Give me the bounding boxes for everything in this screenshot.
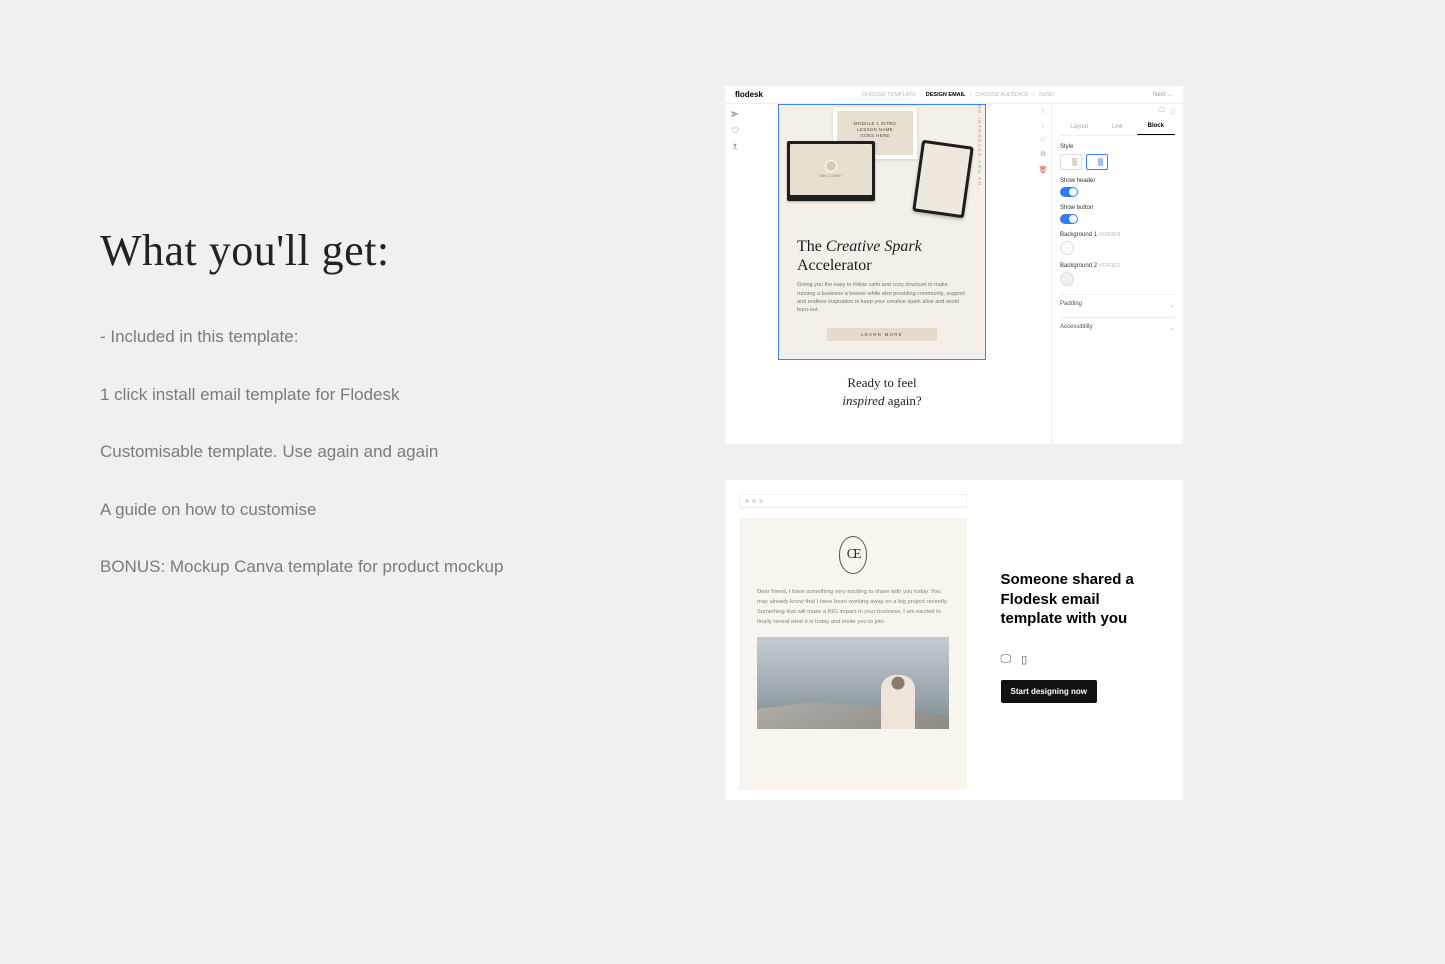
intro-line: - Included in this template: <box>100 324 660 350</box>
share-device-icons: 🖵 ▯ <box>1001 653 1164 666</box>
duplicate-icon[interactable]: ⧉ <box>1041 151 1046 159</box>
next-button[interactable]: Next → <box>1153 92 1173 98</box>
show-header-toggle[interactable] <box>1060 187 1078 197</box>
start-designing-button[interactable]: Start designing now <box>1001 680 1097 703</box>
left-text-block: What you'll get: - Included in this temp… <box>100 225 660 612</box>
accessibility-section[interactable]: Accessibility⌄ <box>1060 317 1175 332</box>
tab-layout[interactable]: Layout <box>1060 118 1098 135</box>
mobile-icon[interactable]: ▯ <box>1021 653 1027 666</box>
show-button-toggle[interactable] <box>1060 214 1078 224</box>
email-description: Giving you the easy to follow calm and c… <box>779 281 985 322</box>
laptop-mockup: WELCOME! <box>787 141 875 201</box>
mobile-preview-icon[interactable]: ▯ <box>1171 107 1175 115</box>
welcome-text: WELCOME! <box>819 174 842 178</box>
email-copy: Dear friend, I have something very excit… <box>757 588 949 627</box>
mockup-line: GOES HERE <box>833 133 917 139</box>
email-body: CE Dear friend, I have something very ex… <box>739 518 967 790</box>
tablet-mockup <box>912 140 974 219</box>
feature-item: 1 click install email template for Flode… <box>100 382 660 408</box>
desktop-preview-icon[interactable]: 🖵 <box>1158 107 1165 115</box>
step-send[interactable]: SEND <box>1039 92 1054 98</box>
feature-item: BONUS: Mockup Canva template for product… <box>100 554 660 580</box>
chevron-down-icon: ⌄ <box>1169 301 1175 309</box>
tab-block[interactable]: Block <box>1137 118 1175 135</box>
send-icon[interactable] <box>731 110 739 118</box>
below-frame-text: Ready to feel inspired again? <box>753 374 1011 409</box>
share-heading: Someone shared a Flodesk email template … <box>1001 570 1164 629</box>
vertical-intro-label: ME INTRODUCE YOU TO… <box>977 105 982 193</box>
panel-tabs: Layout Link Block <box>1060 118 1175 136</box>
learn-more-button[interactable]: LEARN MORE <box>827 328 937 341</box>
arrow-down-icon[interactable]: ↓ <box>1041 122 1045 129</box>
heart-icon[interactable] <box>731 126 739 134</box>
left-toolbar <box>725 104 745 444</box>
avatar <box>825 160 837 172</box>
tab-link[interactable]: Link <box>1098 118 1136 135</box>
email-heading: The Creative Spark Accelerator <box>779 225 985 281</box>
block-toolbar: ↑ ↓ ♡ ⧉ 🗑 <box>1035 104 1051 444</box>
design-panel: 🖵 ▯ Layout Link Block Style Show header … <box>1051 104 1183 444</box>
bg2-swatch[interactable] <box>1060 272 1074 286</box>
bg1-swatch[interactable] <box>1060 241 1074 255</box>
chevron-down-icon: ⌄ <box>1169 324 1175 332</box>
desktop-icon[interactable]: 🖵 <box>1001 653 1012 666</box>
editor-topbar: flodesk CHOOSE TEMPLATE › DESIGN EMAIL ›… <box>725 86 1183 104</box>
style-option-1[interactable] <box>1060 154 1082 170</box>
bg1-label: Background 1 #FDFBF8 <box>1060 232 1175 238</box>
hero-mockup-collage: MODULE 1 INTRO LESSON NAME GOES HERE WEL… <box>779 105 985 225</box>
feature-item: A guide on how to customise <box>100 497 660 523</box>
export-icon[interactable] <box>731 142 739 150</box>
brand-monogram: CE <box>839 536 867 574</box>
heart-outline-icon[interactable]: ♡ <box>1040 136 1046 144</box>
share-email-preview: CE Dear friend, I have something very ex… <box>725 480 981 800</box>
trash-icon[interactable]: 🗑 <box>1039 166 1048 174</box>
padding-section[interactable]: Padding⌄ <box>1060 294 1175 309</box>
email-frame[interactable]: MODULE 1 INTRO LESSON NAME GOES HERE WEL… <box>778 104 986 360</box>
section-heading: What you'll get: <box>100 225 660 276</box>
show-button-label: Show button <box>1060 205 1175 211</box>
editor-canvas: MODULE 1 INTRO LESSON NAME GOES HERE WEL… <box>745 104 1035 444</box>
browser-chrome <box>739 494 967 508</box>
email-hero-image <box>757 637 949 729</box>
share-preview-screenshot: CE Dear friend, I have something very ex… <box>725 480 1183 800</box>
wizard-steps: CHOOSE TEMPLATE › DESIGN EMAIL › CHOOSE … <box>862 92 1054 98</box>
feature-item: Customisable template. Use again and aga… <box>100 439 660 465</box>
flodesk-editor-screenshot: flodesk CHOOSE TEMPLATE › DESIGN EMAIL ›… <box>725 86 1183 444</box>
step-choose-template[interactable]: CHOOSE TEMPLATE <box>862 92 916 98</box>
share-cta-column: Someone shared a Flodesk email template … <box>981 480 1184 800</box>
style-label: Style <box>1060 144 1175 150</box>
style-option-2[interactable] <box>1086 154 1108 170</box>
arrow-up-icon[interactable]: ↑ <box>1041 108 1045 115</box>
bg2-label: Background 2 #F2F0ED <box>1060 263 1175 269</box>
step-design-email[interactable]: DESIGN EMAIL <box>926 92 966 98</box>
step-choose-audience[interactable]: CHOOSE AUDIENCE <box>975 92 1028 98</box>
brand-logo: flodesk <box>735 90 763 99</box>
show-header-label: Show header <box>1060 178 1175 184</box>
